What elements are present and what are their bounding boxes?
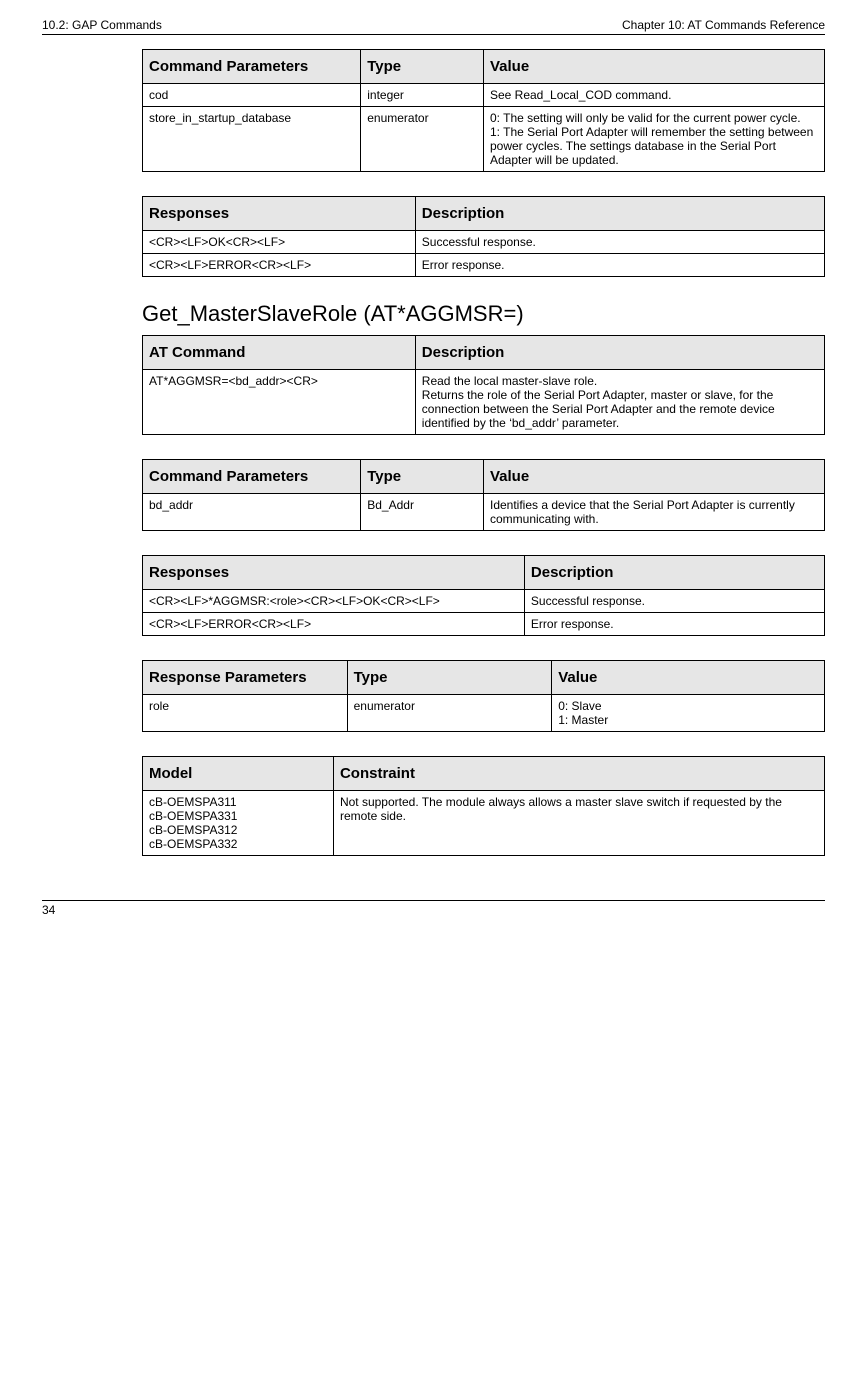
cell: enumerator [361,107,484,172]
section-title: Get_MasterSlaveRole (AT*AGGMSR=) [142,301,825,327]
page-header: 10.2: GAP Commands Chapter 10: AT Comman… [42,18,825,35]
command-parameters-table-1: Command Parameters Type Value cod intege… [142,49,825,172]
col-header: Value [483,460,824,494]
cell: Error response. [524,613,824,636]
col-header: Response Parameters [143,661,348,695]
table-row: cod integer See Read_Local_COD command. [143,84,825,107]
table-row: <CR><LF>*AGGMSR:<role><CR><LF>OK<CR><LF>… [143,590,825,613]
cell: 0: The setting will only be valid for th… [483,107,824,172]
table-row: role enumerator 0: Slave 1: Master [143,695,825,732]
table-header-row: AT Command Description [143,336,825,370]
col-header: Type [361,50,484,84]
cell: Error response. [415,254,824,277]
model-constraint-table: Model Constraint cB-OEMSPA311 cB-OEMSPA3… [142,756,825,856]
cell: Successful response. [415,231,824,254]
cell: Not supported. The module always allows … [333,791,824,856]
col-header: AT Command [143,336,416,370]
col-header: Responses [143,197,416,231]
at-command-table: AT Command Description AT*AGGMSR=<bd_add… [142,335,825,435]
table-header-row: Response Parameters Type Value [143,661,825,695]
col-header: Value [483,50,824,84]
col-header: Description [415,197,824,231]
col-header: Description [415,336,824,370]
header-left: 10.2: GAP Commands [42,18,162,32]
cell: Identifies a device that the Serial Port… [483,494,824,531]
table-row: <CR><LF>ERROR<CR><LF> Error response. [143,254,825,277]
cell: <CR><LF>ERROR<CR><LF> [143,613,525,636]
col-header: Command Parameters [143,50,361,84]
col-header: Type [361,460,484,494]
page-number: 34 [0,901,867,929]
cell: bd_addr [143,494,361,531]
table-row: AT*AGGMSR=<bd_addr><CR> Read the local m… [143,370,825,435]
col-header: Value [552,661,825,695]
table-header-row: Responses Description [143,197,825,231]
col-header: Responses [143,556,525,590]
table-row: store_in_startup_database enumerator 0: … [143,107,825,172]
command-parameters-table-2: Command Parameters Type Value bd_addr Bd… [142,459,825,531]
cell: Bd_Addr [361,494,484,531]
cell: 0: Slave 1: Master [552,695,825,732]
response-parameters-table: Response Parameters Type Value role enum… [142,660,825,732]
cell: cB-OEMSPA311 cB-OEMSPA331 cB-OEMSPA312 c… [143,791,334,856]
cell: cod [143,84,361,107]
cell: Successful response. [524,590,824,613]
content-area: Command Parameters Type Value cod intege… [42,49,825,856]
cell: <CR><LF>ERROR<CR><LF> [143,254,416,277]
col-header: Command Parameters [143,460,361,494]
col-header: Description [524,556,824,590]
page: 10.2: GAP Commands Chapter 10: AT Comman… [0,0,867,890]
cell: AT*AGGMSR=<bd_addr><CR> [143,370,416,435]
table-row: <CR><LF>OK<CR><LF> Successful response. [143,231,825,254]
cell: integer [361,84,484,107]
cell: Read the local master-slave role. Return… [415,370,824,435]
table-header-row: Model Constraint [143,757,825,791]
cell: <CR><LF>OK<CR><LF> [143,231,416,254]
col-header: Type [347,661,552,695]
cell: role [143,695,348,732]
cell: <CR><LF>*AGGMSR:<role><CR><LF>OK<CR><LF> [143,590,525,613]
table-header-row: Command Parameters Type Value [143,460,825,494]
cell: store_in_startup_database [143,107,361,172]
table-row: cB-OEMSPA311 cB-OEMSPA331 cB-OEMSPA312 c… [143,791,825,856]
table-header-row: Command Parameters Type Value [143,50,825,84]
cell: enumerator [347,695,552,732]
table-header-row: Responses Description [143,556,825,590]
table-row: bd_addr Bd_Addr Identifies a device that… [143,494,825,531]
header-right: Chapter 10: AT Commands Reference [622,18,825,32]
cell: See Read_Local_COD command. [483,84,824,107]
col-header: Model [143,757,334,791]
responses-table-1: Responses Description <CR><LF>OK<CR><LF>… [142,196,825,277]
col-header: Constraint [333,757,824,791]
responses-table-2: Responses Description <CR><LF>*AGGMSR:<r… [142,555,825,636]
table-row: <CR><LF>ERROR<CR><LF> Error response. [143,613,825,636]
